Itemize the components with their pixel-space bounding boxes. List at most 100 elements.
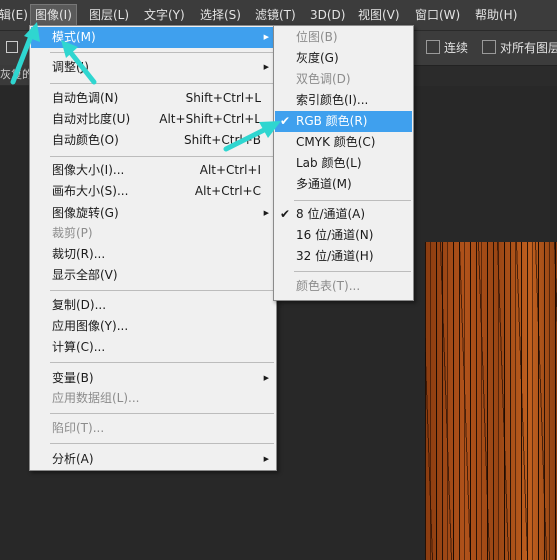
menu-item-variables[interactable]: 变量(B) ▶ <box>31 368 275 389</box>
menu-item-trap-label: 陷印(T)... <box>52 421 105 435</box>
menu-item-apply-image[interactable]: 应用图像(Y)... <box>31 316 275 337</box>
menu-item-auto-contrast[interactable]: 自动对比度(U) Alt+Shift+Ctrl+L <box>31 109 275 130</box>
menu-item-auto-color[interactable]: 自动颜色(O) Shift+Ctrl+B <box>31 130 275 151</box>
menu-layer[interactable]: 图层(L) <box>89 8 129 22</box>
menu-item-image-size-label: 图像大小(I)... <box>52 163 125 177</box>
menu-image[interactable]: 图像(I) <box>30 4 77 26</box>
menu-3d[interactable]: 3D(D) <box>310 8 345 22</box>
image-menu: 模式(M) ▶ 调整(J) ▶ 自动色调(N) Shift+Ctrl+L 自动对… <box>29 25 277 471</box>
mode-item-32-bit[interactable]: 32 位/通道(H) <box>275 246 412 267</box>
menu-type[interactable]: 文字(Y) <box>144 8 185 22</box>
menu-item-adjustments[interactable]: 调整(J) ▶ <box>31 57 275 78</box>
menu-item-analysis[interactable]: 分析(A) ▶ <box>31 449 275 470</box>
tool-mode-icon[interactable] <box>6 41 18 53</box>
menu-help[interactable]: 帮助(H) <box>475 8 517 22</box>
menu-item-auto-contrast-shortcut: Alt+Shift+Ctrl+L <box>159 112 261 126</box>
mode-item-indexed-color-label: 索引颜色(I)... <box>296 93 369 107</box>
check-icon: ✔ <box>280 114 291 128</box>
mode-item-16-bit-label: 16 位/通道(N) <box>296 228 374 242</box>
contiguous-label: 连续 <box>444 41 469 55</box>
mode-item-multichannel-label: 多通道(M) <box>296 177 352 191</box>
mode-item-16-bit[interactable]: 16 位/通道(N) <box>275 225 412 246</box>
mode-item-bitmap: 位图(B) <box>275 27 412 48</box>
menu-item-image-size-shortcut: Alt+Ctrl+I <box>199 163 261 177</box>
menu-item-apply-data-set: 应用数据组(L)... <box>31 388 275 409</box>
mode-submenu: 位图(B) 灰度(G) 双色调(D) 索引颜色(I)... ✔ RGB 颜色(R… <box>273 25 414 301</box>
menu-item-trim-label: 裁切(R)... <box>52 247 106 261</box>
menu-item-apply-data-set-label: 应用数据组(L)... <box>52 391 140 405</box>
mode-item-32-bit-label: 32 位/通道(H) <box>296 249 374 263</box>
menu-view[interactable]: 视图(V) <box>358 8 400 22</box>
menu-item-auto-tone-shortcut: Shift+Ctrl+L <box>185 91 261 105</box>
mode-item-bitmap-label: 位图(B) <box>296 30 338 44</box>
mode-item-color-table-label: 颜色表(T)... <box>296 279 361 293</box>
menu-item-canvas-size[interactable]: 画布大小(S)... Alt+Ctrl+C <box>31 181 275 202</box>
menu-item-reveal-all-label: 显示全部(V) <box>52 268 118 282</box>
mode-item-indexed-color[interactable]: 索引颜色(I)... <box>275 90 412 111</box>
mode-item-rgb-color[interactable]: ✔ RGB 颜色(R) <box>275 111 412 132</box>
mode-item-multichannel[interactable]: 多通道(M) <box>275 174 412 195</box>
menu-item-duplicate[interactable]: 复制(D)... <box>31 295 275 316</box>
menu-separator <box>50 52 274 53</box>
menu-item-duplicate-label: 复制(D)... <box>52 298 107 312</box>
menu-separator <box>50 83 274 84</box>
menu-item-trim[interactable]: 裁切(R)... <box>31 244 275 265</box>
menu-item-auto-contrast-label: 自动对比度(U) <box>52 112 131 126</box>
document-tab[interactable]: 灰复的 <box>0 65 30 85</box>
menu-item-adjustments-label: 调整(J) <box>52 60 89 74</box>
menu-separator <box>50 443 274 444</box>
menu-item-analysis-label: 分析(A) <box>52 452 94 466</box>
menu-item-auto-tone-label: 自动色调(N) <box>52 91 119 105</box>
all-layers-label: 对所有图层 <box>500 41 557 55</box>
menu-separator <box>50 156 274 157</box>
mode-item-grayscale[interactable]: 灰度(G) <box>275 48 412 69</box>
menu-separator <box>50 290 274 291</box>
menu-item-calculations-label: 计算(C)... <box>52 340 106 354</box>
mode-item-grayscale-label: 灰度(G) <box>296 51 339 65</box>
menu-item-canvas-size-shortcut: Alt+Ctrl+C <box>194 184 261 198</box>
wood-texture-image <box>425 242 557 560</box>
submenu-arrow-icon: ▶ <box>263 209 269 217</box>
document-tab-label: 灰复的 <box>0 68 30 81</box>
submenu-arrow-icon: ▶ <box>263 33 269 41</box>
menu-separator <box>294 271 411 272</box>
contiguous-checkbox[interactable] <box>426 40 440 54</box>
menu-item-image-rotation-label: 图像旋转(G) <box>52 206 119 220</box>
menu-separator <box>294 200 411 201</box>
mode-item-duotone-label: 双色调(D) <box>296 72 351 86</box>
menu-item-variables-label: 变量(B) <box>52 371 94 385</box>
menu-item-mode[interactable]: 模式(M) ▶ <box>31 27 275 48</box>
mode-item-rgb-color-label: RGB 颜色(R) <box>296 114 368 128</box>
submenu-arrow-icon: ▶ <box>263 63 269 71</box>
menu-edit[interactable]: 辑(E) <box>0 8 28 22</box>
menu-item-crop-label: 裁剪(P) <box>52 226 93 240</box>
mode-item-8-bit[interactable]: ✔ 8 位/通道(A) <box>275 204 412 225</box>
menu-window[interactable]: 窗口(W) <box>415 8 460 22</box>
check-icon: ✔ <box>280 207 291 221</box>
menu-item-image-size[interactable]: 图像大小(I)... Alt+Ctrl+I <box>31 160 275 181</box>
menu-item-mode-label: 模式(M) <box>52 30 96 44</box>
menu-separator <box>50 413 274 414</box>
submenu-arrow-icon: ▶ <box>263 374 269 382</box>
menu-item-trap: 陷印(T)... <box>31 418 275 439</box>
mode-item-lab-color[interactable]: Lab 颜色(L) <box>275 153 412 174</box>
menu-item-auto-color-label: 自动颜色(O) <box>52 133 119 147</box>
mode-item-cmyk-color-label: CMYK 颜色(C) <box>296 135 376 149</box>
submenu-arrow-icon: ▶ <box>263 455 269 463</box>
mode-item-lab-color-label: Lab 颜色(L) <box>296 156 362 170</box>
mode-item-cmyk-color[interactable]: CMYK 颜色(C) <box>275 132 412 153</box>
menu-filter[interactable]: 滤镜(T) <box>255 8 296 22</box>
menu-item-calculations[interactable]: 计算(C)... <box>31 337 275 358</box>
menu-item-image-rotation[interactable]: 图像旋转(G) ▶ <box>31 203 275 224</box>
menu-item-auto-color-shortcut: Shift+Ctrl+B <box>184 133 261 147</box>
menu-item-crop: 裁剪(P) <box>31 223 275 244</box>
mode-item-color-table: 颜色表(T)... <box>275 276 412 297</box>
menu-item-auto-tone[interactable]: 自动色调(N) Shift+Ctrl+L <box>31 88 275 109</box>
menu-item-reveal-all[interactable]: 显示全部(V) <box>31 265 275 286</box>
mode-item-8-bit-label: 8 位/通道(A) <box>296 207 366 221</box>
menu-select[interactable]: 选择(S) <box>200 8 241 22</box>
menu-item-apply-image-label: 应用图像(Y)... <box>52 319 129 333</box>
all-layers-checkbox[interactable] <box>482 40 496 54</box>
menu-item-canvas-size-label: 画布大小(S)... <box>52 184 129 198</box>
mode-item-duotone: 双色调(D) <box>275 69 412 90</box>
